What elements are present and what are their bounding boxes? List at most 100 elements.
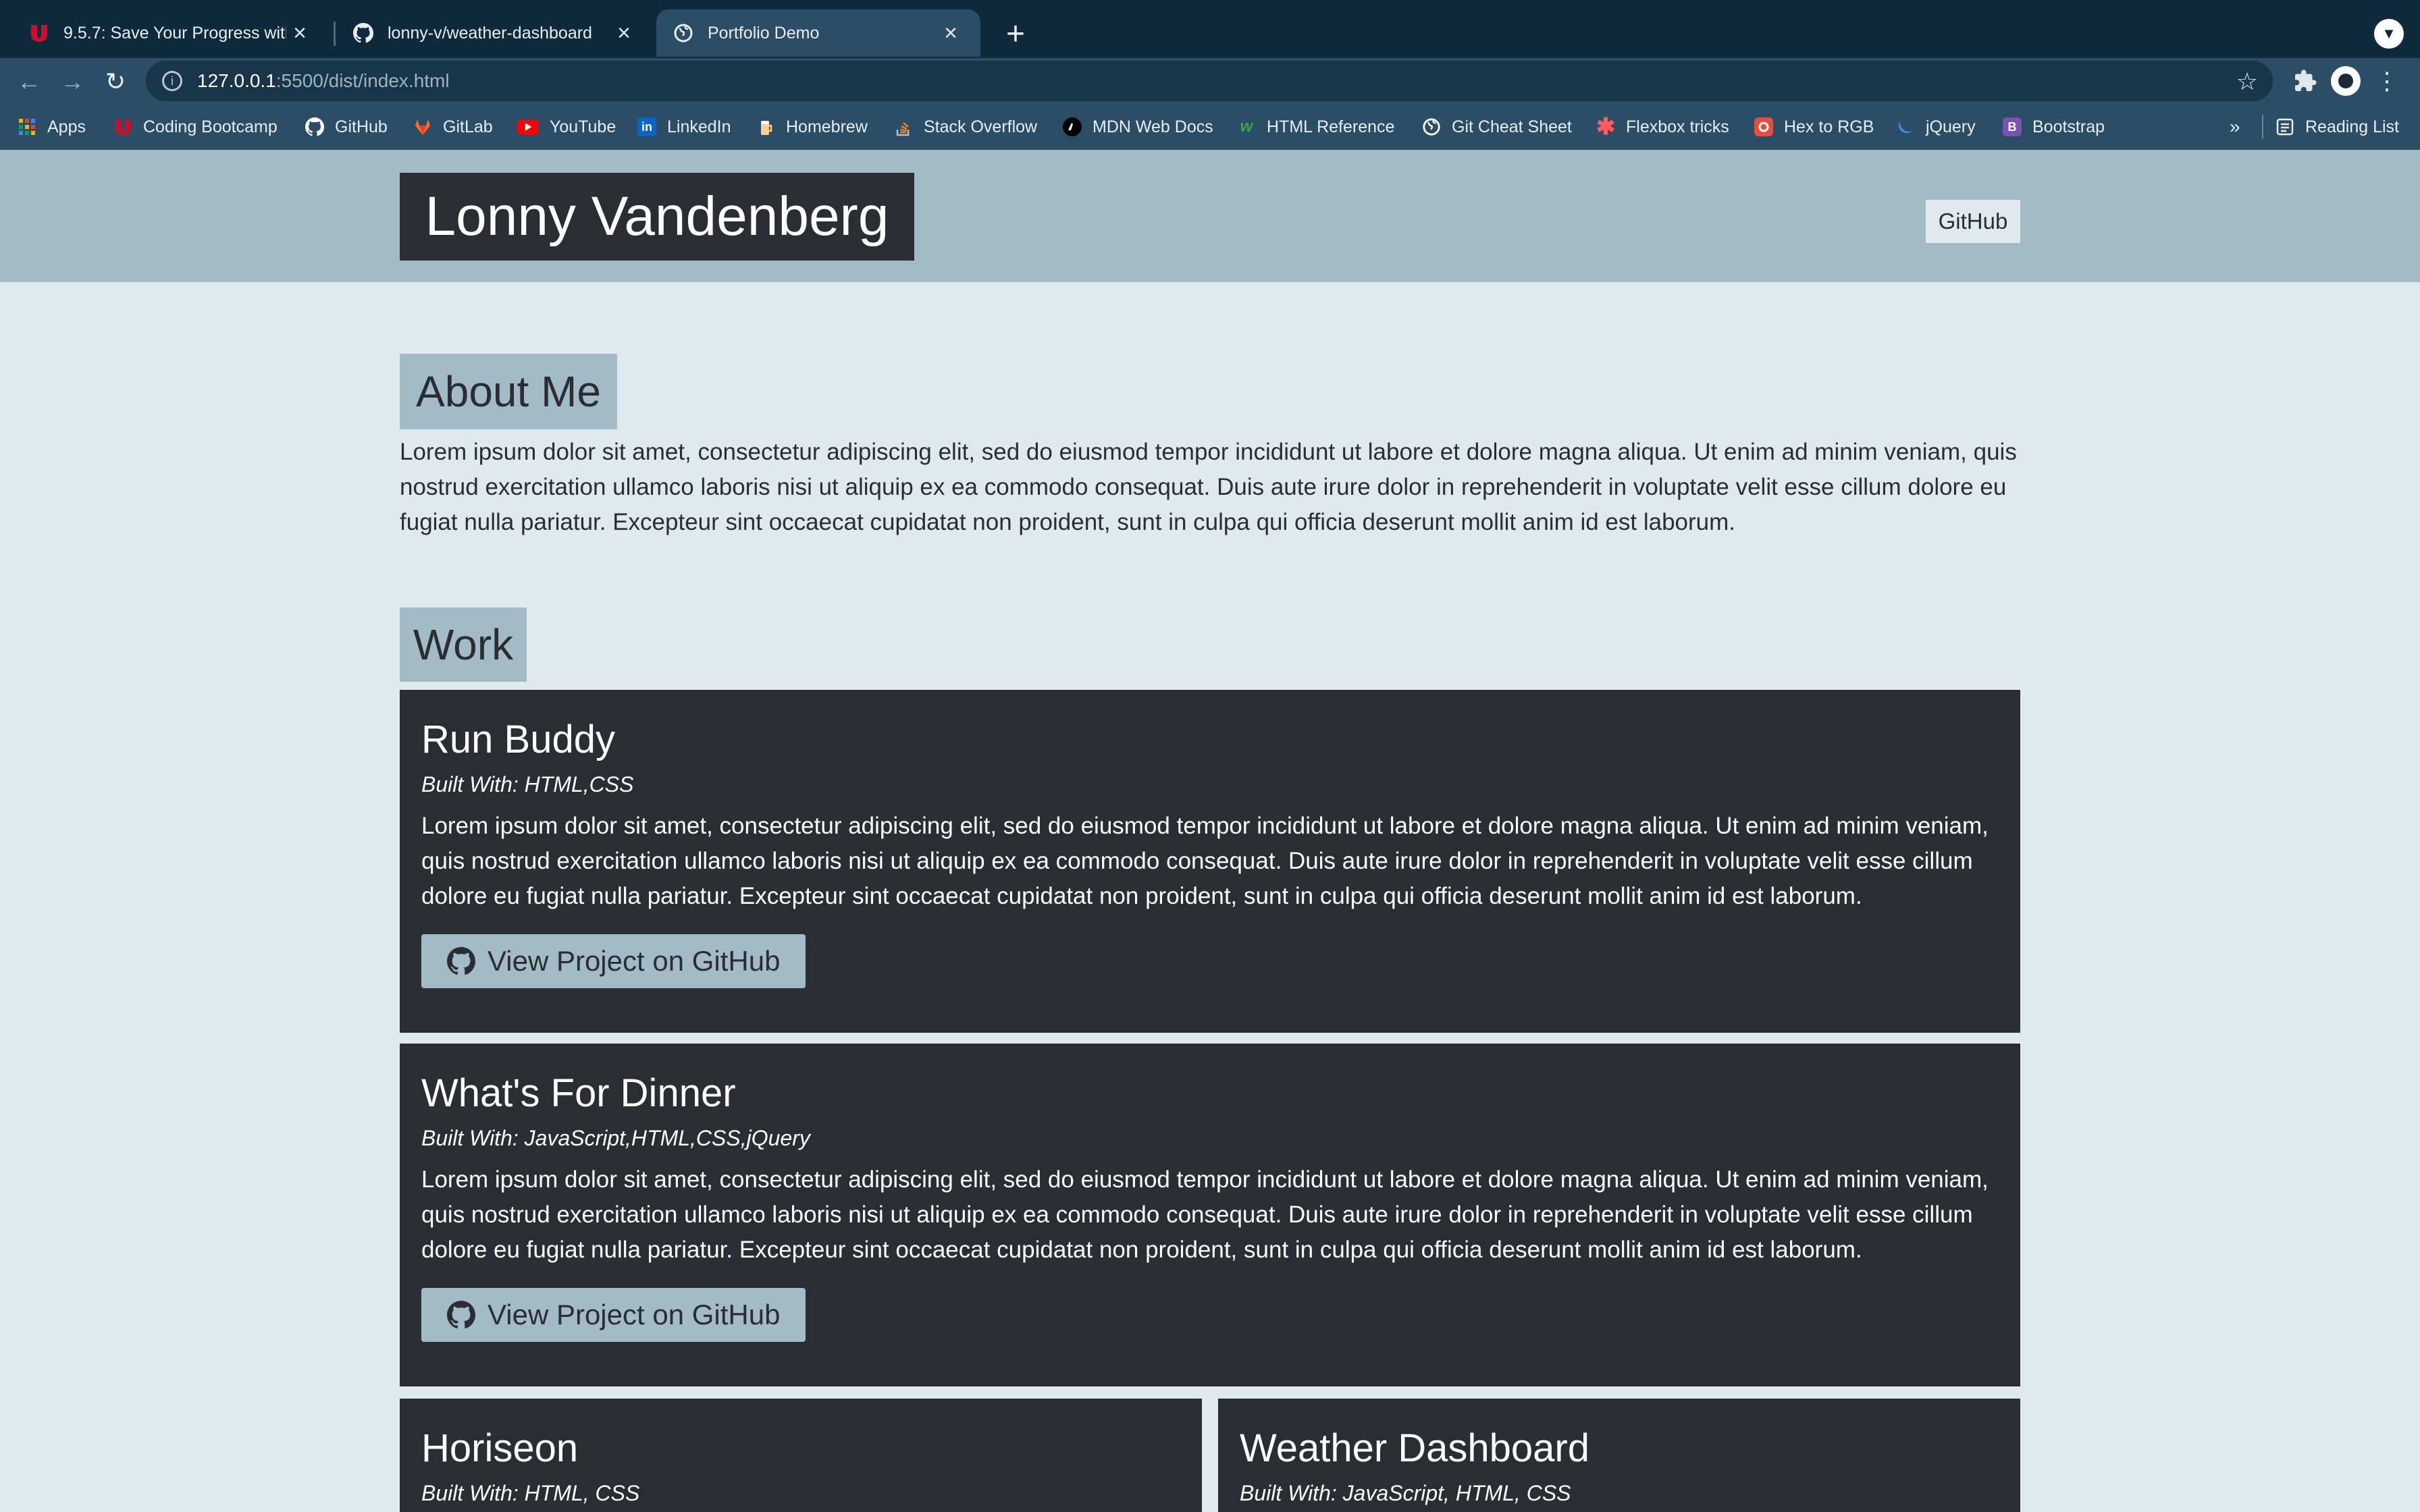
site-info-icon[interactable]: i xyxy=(162,71,182,91)
project-title: Horiseon xyxy=(421,1426,579,1470)
about-text: Lorem ipsum dolor sit amet, consectetur … xyxy=(400,439,2017,535)
site-logo-name: Lonny Vandenberg xyxy=(400,173,914,261)
bookmarks-divider xyxy=(2262,115,2263,139)
github-icon xyxy=(352,22,374,44)
new-tab-button[interactable]: + xyxy=(997,15,1034,53)
browser-menu-icon[interactable]: ⋮ xyxy=(2375,66,2399,96)
view-project-button[interactable]: View Project on GitHub xyxy=(421,1288,806,1342)
bookmark-label: Stack Overflow xyxy=(924,117,1038,136)
project-title: Weather Dashboard xyxy=(1240,1426,1590,1470)
gitlab-icon xyxy=(413,117,432,136)
back-arrow-icon[interactable]: ← xyxy=(14,66,45,97)
bookmark-label: MDN Web Docs xyxy=(1093,117,1213,136)
bookmark-flexbox-tricks[interactable]: ✱ Flexbox tricks xyxy=(1596,112,1729,142)
bookmark-label: Coding Bootcamp xyxy=(143,117,278,136)
view-project-button[interactable]: View Project on GitHub xyxy=(421,934,806,988)
html-reference-icon: w xyxy=(1240,117,1253,136)
close-icon[interactable]: × xyxy=(937,20,964,47)
youtube-icon xyxy=(517,119,539,134)
github-icon xyxy=(447,947,475,975)
tab-separator xyxy=(334,22,336,46)
bookmark-label: HTML Reference xyxy=(1267,117,1395,136)
apps-grid-icon xyxy=(18,117,36,136)
reading-list-icon xyxy=(2276,117,2294,136)
tab-weather-dashboard-repo[interactable]: lonny-v/weather-dashboard × xyxy=(336,9,654,57)
bookmark-label: GitLab xyxy=(443,117,493,136)
globe-icon xyxy=(1422,117,1441,136)
close-icon[interactable]: × xyxy=(286,20,313,47)
bookmark-html-reference[interactable]: w HTML Reference xyxy=(1237,112,1395,142)
bookmark-youtube[interactable]: YouTube xyxy=(517,112,616,142)
tab-portfolio-demo[interactable]: Portfolio Demo × xyxy=(656,9,980,57)
project-built-with: Built With: HTML,CSS xyxy=(421,772,634,796)
bookmark-git-cheat-sheet[interactable]: Git Cheat Sheet xyxy=(1422,112,1572,142)
bootstrap-icon: B xyxy=(2003,117,2022,136)
url-host: 127.0.0.1 xyxy=(197,70,276,91)
bookmark-label: jQuery xyxy=(1926,117,1976,136)
bookmark-label: Hex to RGB xyxy=(1784,117,1874,136)
bookmark-label: Homebrew xyxy=(786,117,868,136)
bookmark-star-icon[interactable]: ☆ xyxy=(2236,68,2258,96)
url-path: :5500/dist/index.html xyxy=(275,70,450,91)
bookmark-coding-bootcamp[interactable]: Coding Bootcamp xyxy=(113,112,278,142)
homebrew-icon xyxy=(756,117,775,136)
bookmarks-overflow-button[interactable]: » xyxy=(2230,112,2240,142)
bookmark-apps[interactable]: Apps xyxy=(18,112,86,142)
bookmark-homebrew[interactable]: Homebrew xyxy=(756,112,868,142)
forward-arrow-icon[interactable]: → xyxy=(57,66,88,97)
project-card-weather-dashboard: Weather Dashboard Built With: JavaScript… xyxy=(1218,1399,2020,1512)
reading-list-label: Reading List xyxy=(2305,117,2399,136)
bookmark-label: Flexbox tricks xyxy=(1626,117,1729,136)
bookmark-label: Apps xyxy=(47,117,86,136)
bookmark-bootstrap[interactable]: B Bootstrap xyxy=(2003,112,2105,142)
tab-title: lonny-v/weather-dashboard xyxy=(388,23,592,43)
site-header xyxy=(0,150,2420,282)
work-heading: Work xyxy=(400,608,527,682)
bookmark-mdn-web-docs[interactable]: MDN Web Docs xyxy=(1063,112,1213,142)
project-card-horiseon: Horiseon Built With: HTML, CSS xyxy=(400,1399,1202,1512)
github-icon xyxy=(305,117,324,136)
view-project-label: View Project on GitHub xyxy=(488,1299,781,1330)
jquery-icon xyxy=(1896,117,1915,136)
project-title: What's For Dinner xyxy=(421,1071,736,1115)
hex-to-rgb-icon xyxy=(1754,117,1773,136)
bootcamp-u-icon xyxy=(28,22,50,44)
about-heading: About Me xyxy=(400,354,617,429)
tab-search-icon[interactable]: ▼ xyxy=(2374,19,2404,49)
nav-github-link[interactable]: GitHub xyxy=(1926,200,2020,243)
bookmark-jquery[interactable]: jQuery xyxy=(1896,112,1976,142)
bookmark-stack-overflow[interactable]: Stack Overflow xyxy=(894,112,1037,142)
tab-save-your-progress[interactable]: 9.5.7: Save Your Progress with × xyxy=(12,9,330,57)
project-card-run-buddy: Run Buddy Built With: HTML,CSS Lorem ips… xyxy=(400,690,2020,1033)
bookmark-gitlab[interactable]: GitLab xyxy=(413,112,493,142)
bookmark-linkedin[interactable]: in LinkedIn xyxy=(637,112,731,142)
bookmark-github[interactable]: GitHub xyxy=(305,112,388,142)
linkedin-icon: in xyxy=(637,117,656,136)
flexbox-asterisk-icon: ✱ xyxy=(1596,114,1616,140)
close-icon[interactable]: × xyxy=(610,20,637,47)
project-card-whats-for-dinner: What's For Dinner Built With: JavaScript… xyxy=(400,1044,2020,1386)
project-built-with: Built With: HTML, CSS xyxy=(421,1481,640,1505)
project-description: Lorem ipsum dolor sit amet, consectetur … xyxy=(421,1166,1989,1263)
bookmark-label: Git Cheat Sheet xyxy=(1452,117,1572,136)
extensions-puzzle-icon[interactable] xyxy=(2290,66,2320,96)
project-description: Lorem ipsum dolor sit amet, consectetur … xyxy=(421,813,1989,909)
address-bar[interactable]: i 127.0.0.1:5500/dist/index.html ☆ xyxy=(146,61,2273,101)
view-project-label: View Project on GitHub xyxy=(488,945,781,977)
bootcamp-u-icon xyxy=(113,117,132,136)
stackoverflow-icon xyxy=(894,117,913,136)
tab-title: 9.5.7: Save Your Progress with xyxy=(63,23,286,43)
project-built-with: Built With: JavaScript,HTML,CSS,jQuery xyxy=(421,1126,810,1150)
github-icon xyxy=(447,1301,475,1329)
bookmark-hex-to-rgb[interactable]: Hex to RGB xyxy=(1754,112,1874,142)
project-built-with: Built With: JavaScript, HTML, CSS xyxy=(1240,1481,1571,1505)
bookmark-label: YouTube xyxy=(550,117,616,136)
bookmark-label: GitHub xyxy=(335,117,388,136)
bookmark-label: LinkedIn xyxy=(667,117,731,136)
reload-icon[interactable]: ↻ xyxy=(100,66,131,97)
mdn-icon xyxy=(1063,117,1082,136)
bookmark-label: Bootstrap xyxy=(2032,117,2105,136)
project-title: Run Buddy xyxy=(421,718,615,761)
profile-avatar-icon[interactable] xyxy=(2331,66,2361,96)
reading-list-button[interactable]: Reading List xyxy=(2276,112,2399,142)
